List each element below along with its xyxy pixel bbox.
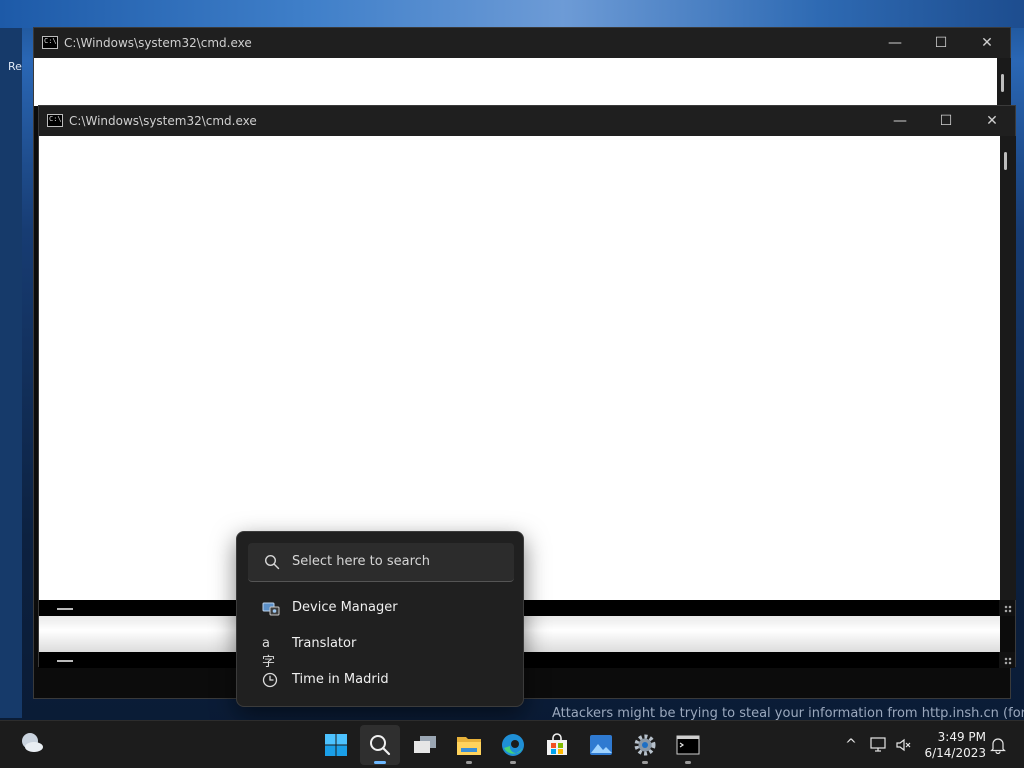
chevron-up-icon: ^	[845, 737, 857, 753]
scroll-indicator	[57, 608, 73, 610]
resize-grip-lower[interactable]	[999, 652, 1015, 668]
volume-button[interactable]	[893, 721, 915, 768]
vertical-scrollbar[interactable]	[1000, 136, 1016, 600]
weather-icon[interactable]	[18, 729, 46, 757]
taskbar: ^ 3:49 PM 6/14/2023	[0, 720, 1024, 768]
minimize-button[interactable]: —	[877, 106, 923, 136]
notification-bell-icon	[990, 738, 1006, 754]
start-button[interactable]	[316, 725, 356, 765]
search-placeholder: Select here to search	[292, 554, 431, 569]
search-icon	[370, 735, 391, 756]
window-title: C:\Windows\system32\cmd.exe	[64, 36, 252, 50]
result-label: Time in Madrid	[292, 672, 389, 687]
cmd-app-icon	[42, 36, 58, 49]
search-flyout: Select here to search Device Manager a字 …	[236, 531, 524, 707]
scrollbar-thumb[interactable]	[1004, 152, 1007, 170]
result-label: Translator	[292, 636, 357, 651]
store-icon	[547, 733, 567, 755]
windows-logo-icon	[325, 734, 347, 756]
edge-button[interactable]	[493, 725, 533, 765]
device-manager-icon	[262, 602, 280, 616]
photos-icon	[590, 735, 612, 755]
folder-icon	[457, 737, 481, 755]
gear-icon	[634, 734, 656, 756]
cmd-window-front[interactable]: C:\Windows\system32\cmd.exe — ☐ ✕	[38, 105, 1016, 668]
task-view-button[interactable]	[405, 725, 445, 765]
console-area[interactable]	[34, 58, 997, 106]
terminal-button[interactable]	[668, 725, 708, 765]
close-button[interactable]: ✕	[969, 106, 1015, 136]
store-button[interactable]	[537, 725, 577, 765]
scroll-indicator	[57, 660, 73, 662]
running-indicator	[685, 761, 691, 764]
network-button[interactable]	[868, 721, 890, 768]
maximize-button[interactable]: ☐	[923, 106, 969, 136]
desktop-wallpaper	[0, 0, 1024, 28]
title-bar[interactable]: C:\Windows\system32\cmd.exe — ☐ ✕	[39, 106, 1015, 136]
search-input[interactable]: Select here to search	[248, 543, 514, 582]
maximize-button[interactable]: ☐	[918, 28, 964, 58]
translator-icon: a字	[262, 636, 276, 670]
running-indicator	[642, 761, 648, 764]
active-indicator	[374, 761, 386, 764]
clock-time: 3:49 PM	[937, 730, 986, 744]
clock-date: 6/14/2023	[924, 746, 986, 760]
search-button[interactable]	[360, 725, 400, 765]
cmd-app-icon	[47, 114, 63, 127]
network-icon	[870, 737, 886, 752]
result-label: Device Manager	[292, 600, 398, 615]
close-button[interactable]: ✕	[964, 28, 1010, 58]
volume-muted-icon	[896, 738, 911, 752]
resize-grip[interactable]	[999, 600, 1015, 616]
result-translator[interactable]: a字 Translator	[248, 627, 514, 670]
terminal-icon	[676, 735, 700, 755]
title-bar[interactable]: C:\Windows\system32\cmd.exe — ☐ ✕	[34, 28, 1010, 58]
clock-icon	[262, 672, 278, 688]
window-title: C:\Windows\system32\cmd.exe	[69, 114, 257, 128]
desktop-edge-text: Re	[8, 60, 22, 73]
edge-icon	[502, 734, 524, 756]
browser-warning-text: Attackers might be trying to steal your …	[552, 706, 1024, 721]
running-indicator	[510, 761, 516, 764]
running-indicator	[466, 761, 472, 764]
result-device-manager[interactable]: Device Manager	[248, 591, 514, 625]
tray-overflow-button[interactable]: ^	[840, 721, 862, 768]
photos-button[interactable]	[581, 725, 621, 765]
desktop-edge: Re	[0, 28, 22, 718]
result-time-in-madrid[interactable]: Time in Madrid	[248, 663, 514, 697]
notifications-button[interactable]	[988, 721, 1008, 768]
search-icon	[264, 554, 280, 570]
settings-button[interactable]	[625, 725, 665, 765]
console-area[interactable]	[39, 136, 1000, 600]
task-view-icon	[414, 736, 436, 753]
clock[interactable]: 3:49 PM 6/14/2023	[924, 729, 986, 761]
file-explorer-button[interactable]	[449, 725, 489, 765]
scrollbar-thumb[interactable]	[1001, 74, 1004, 92]
minimize-button[interactable]: —	[872, 28, 918, 58]
